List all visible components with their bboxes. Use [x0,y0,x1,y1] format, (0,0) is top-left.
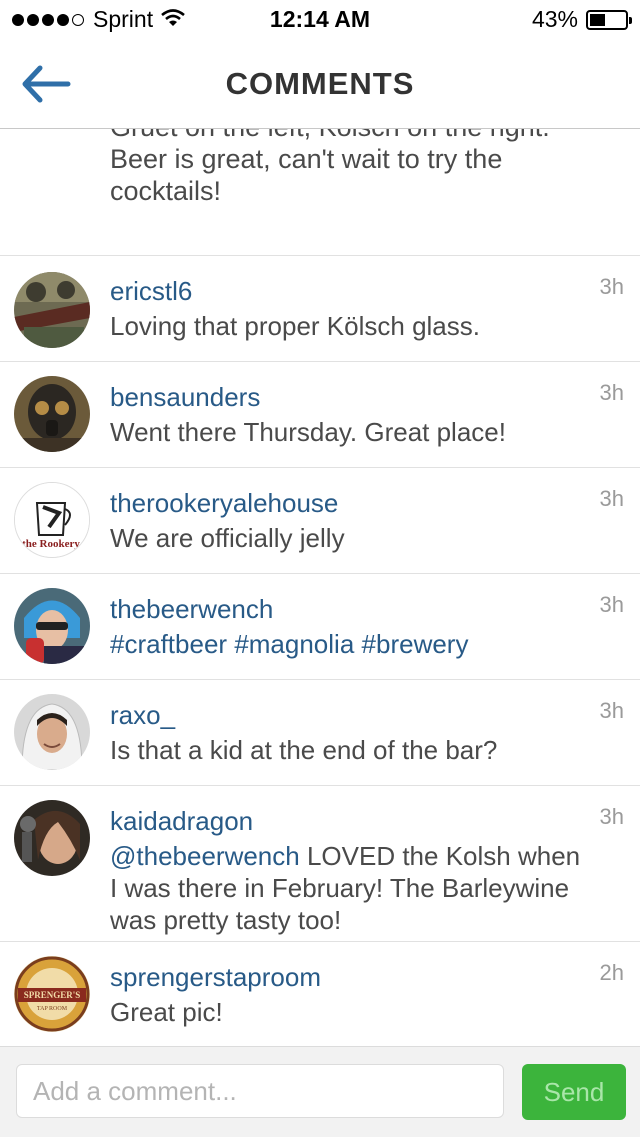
comment-time: 3h [599,486,624,511]
comment-text: We are officially jelly [110,523,345,553]
comment-list[interactable]: Gruet on the left, Kolsch on the right. … [0,129,640,1046]
nav-bar: COMMENTS [0,40,640,129]
battery-icon [586,9,632,30]
hashtag-link[interactable]: #brewery [362,629,469,659]
comment-username[interactable]: therookeryalehouse [110,488,338,519]
send-button[interactable]: Send [522,1064,626,1120]
comment-row: thebeerwench #craftbeer #magnolia #brewe… [0,573,640,680]
comment-time: 3h [599,804,624,829]
comment-row: bensaunders Went there Thursday. Great p… [0,361,640,468]
hashtag-link[interactable]: #magnolia [234,629,354,659]
comment-row: kaidadragon @thebeerwench LOVED the Kols… [0,785,640,942]
comment-text: Went there Thursday. Great place! [110,417,506,447]
mention-link[interactable]: @thebeerwench [110,841,300,871]
comment-composer: Send [0,1046,640,1137]
page-title: COMMENTS [225,66,415,101]
comment-username[interactable]: thebeerwench [110,594,273,625]
rookery-logo-text: the Rookery [22,538,80,550]
comment-time: 3h [599,274,624,299]
comment-time: 3h [599,698,624,723]
avatar[interactable] [14,272,90,348]
comment-username[interactable]: bensaunders [110,382,260,413]
comment-text: Is that a kid at the end of the bar? [110,735,498,765]
comment-row: raxo_ Is that a kid at the end of the ba… [0,679,640,786]
comment-text: #craftbeer #magnolia #brewery [110,628,590,660]
sprengers-logo-text: SPRENGER'S [24,990,81,1000]
comment-text: Loving that proper Kölsch glass. [110,311,480,341]
comment-row: ericstl6 Loving that proper Kölsch glass… [0,255,640,362]
comment-username[interactable]: raxo_ [110,700,175,731]
avatar[interactable] [14,376,90,452]
comment-time: 2h [599,960,624,985]
comment-input[interactable] [16,1064,504,1118]
avatar[interactable]: SPRENGER'S TAP ROOM [14,956,90,1032]
avatar[interactable]: the Rookery [14,482,90,558]
sprengers-logo-subtext: TAP ROOM [37,1006,68,1012]
comment-row: SPRENGER'S TAP ROOM sprengerstaproom Gre… [0,941,640,1046]
comment-username[interactable]: kaidadragon [110,806,253,837]
status-right: 43% [531,6,632,33]
avatar[interactable] [14,588,90,664]
partial-comment-text: Gruet on the left, Kolsch on the right. … [110,129,550,206]
comment-row: the Rookery therookeryalehouse We are of… [0,467,640,574]
comment-username[interactable]: sprengerstaproom [110,962,321,993]
comment-time: 3h [599,380,624,405]
avatar[interactable] [14,800,90,876]
avatar[interactable] [14,694,90,770]
status-bar: Sprint 12:14 AM 43% [0,0,640,40]
comment-username[interactable]: ericstl6 [110,276,192,307]
comment-time: 3h [599,592,624,617]
comment-text: Great pic! [110,997,223,1027]
hashtag-link[interactable]: #craftbeer [110,629,227,659]
battery-percent: 43% [531,6,578,32]
comment-text: @thebeerwench LOVED the Kolsh when I was… [110,840,590,936]
